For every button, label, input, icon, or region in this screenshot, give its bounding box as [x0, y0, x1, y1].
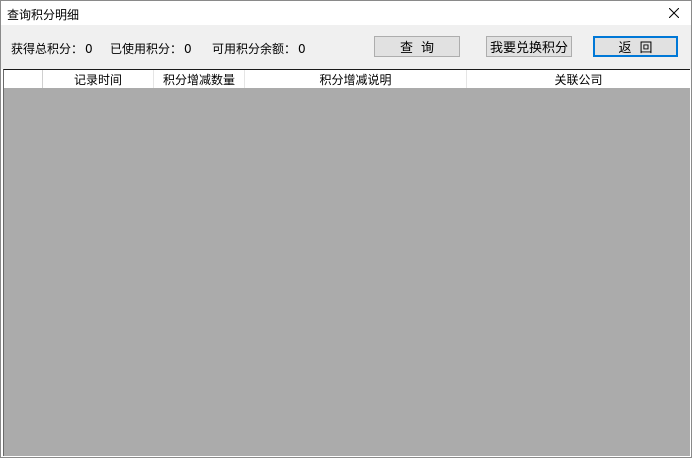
used-points-label: 已使用积分： — [110, 42, 183, 56]
available-points-label: 可用积分余额： — [212, 42, 297, 56]
total-points-label: 获得总积分： — [11, 42, 84, 56]
window-title: 查询积分明细 — [7, 8, 80, 22]
available-points-value: 0 — [298, 42, 306, 56]
close-button[interactable] — [657, 1, 691, 25]
redeem-points-button[interactable]: 我要兑换积分 — [486, 36, 572, 57]
toolbar: 获得总积分： 0 已使用积分： 0 可用积分余额： 0 查询 我要兑换积分 返回 — [1, 25, 691, 69]
used-points-value: 0 — [184, 42, 192, 56]
column-header-record-time[interactable]: 记录时间 — [43, 70, 154, 88]
column-header-points-change[interactable]: 积分增减数量 — [154, 70, 245, 88]
column-header-related-company[interactable]: 关联公司 — [467, 70, 690, 88]
close-icon — [669, 8, 679, 18]
used-points-stat: 已使用积分： 0 — [110, 40, 192, 57]
total-points-stat: 获得总积分： 0 — [11, 40, 93, 57]
column-header-change-description[interactable]: 积分增减说明 — [245, 70, 467, 88]
table-header: 记录时间 积分增减数量 积分增减说明 关联公司 — [4, 70, 690, 88]
total-points-value: 0 — [85, 42, 93, 56]
query-button[interactable]: 查询 — [374, 36, 460, 57]
back-button[interactable]: 返回 — [593, 36, 678, 57]
title-bar: 查询积分明细 — [1, 1, 691, 25]
points-detail-window: 查询积分明细 获得总积分： 0 已使用积分： 0 可用积分余额： 0 查询 我要兑换积… — [0, 0, 692, 458]
row-header-column[interactable] — [4, 70, 43, 88]
points-records-table[interactable]: 记录时间 积分增减数量 积分增减说明 关联公司 — [3, 69, 690, 456]
available-points-stat: 可用积分余额： 0 — [212, 40, 306, 57]
